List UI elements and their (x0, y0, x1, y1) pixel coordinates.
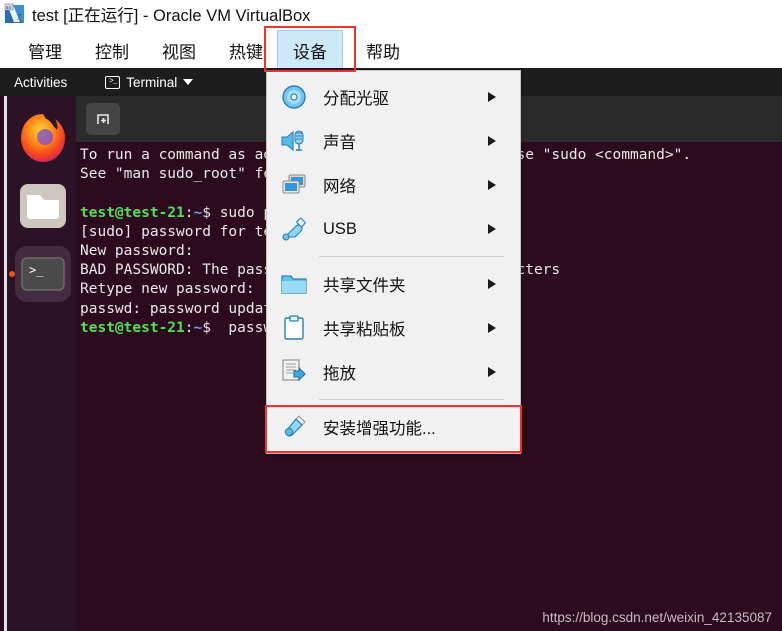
menu-view[interactable]: 视图 (152, 30, 206, 70)
menu-help[interactable]: 帮助 (356, 30, 410, 70)
terminal-text: : (184, 319, 194, 336)
menu-hotkey[interactable]: 热键 (219, 30, 273, 70)
dock-item-files[interactable] (15, 178, 71, 234)
svg-text:64: 64 (6, 5, 11, 10)
menu-item-shared-clipboard[interactable]: 共享粘贴板 (267, 306, 520, 350)
menu-item-audio[interactable]: 声音 (267, 119, 520, 163)
activities-button[interactable]: Activities (14, 75, 67, 90)
menu-item-drag-and-drop[interactable]: 拖放 (267, 350, 520, 394)
app-menu-label: Terminal (126, 74, 178, 90)
submenu-arrow-icon (488, 136, 496, 146)
menu-control[interactable]: 控制 (85, 30, 139, 70)
menu-item-label: 共享粘贴板 (323, 321, 406, 339)
submenu-arrow-icon (488, 180, 496, 190)
menu-separator (319, 256, 504, 257)
menu-item-usb[interactable]: USB (267, 207, 520, 251)
submenu-arrow-icon (488, 224, 496, 234)
folder-icon (20, 184, 66, 228)
svg-text:>_: >_ (29, 263, 44, 277)
menu-item-label: 网络 (323, 178, 356, 196)
clipboard-icon (279, 313, 309, 343)
menu-devices[interactable]: 设备 (277, 30, 343, 70)
devices-dropdown-menu: 分配光驱声音网络 USB 共享文件夹共享粘贴板拖放安装增强功能... (265, 70, 522, 454)
drag-drop-icon (279, 357, 309, 387)
firefox-icon (21, 114, 65, 162)
virtualbox-window: 7 64 test [正在运行] - Oracle VM VirtualBox … (0, 0, 782, 631)
menu-item-shared-folders[interactable]: 共享文件夹 (267, 262, 520, 306)
screwdriver-icon (279, 412, 309, 442)
terminal-text: Retype new password: (80, 281, 255, 298)
menu-item-label: USB (323, 219, 357, 238)
new-tab-button[interactable] (86, 103, 120, 135)
terminal-text: New password: (80, 242, 194, 259)
menu-item-label: 分配光驱 (323, 90, 389, 108)
menu-item-optical-drives[interactable]: 分配光驱 (267, 75, 520, 119)
terminal-text: test@test-21 (80, 319, 185, 336)
menu-manage[interactable]: 管理 (18, 30, 72, 70)
submenu-arrow-icon (488, 367, 496, 377)
virtualbox-icon: 7 64 (4, 3, 26, 25)
watermark-text: https://blog.csdn.net/weixin_42135087 (542, 610, 772, 625)
menu-item-install-guest-additions[interactable]: 安装增强功能... (265, 405, 522, 453)
terminal-text: : (184, 204, 194, 221)
dock-item-firefox[interactable] (15, 110, 71, 166)
audio-icon (279, 126, 309, 156)
menu-item-label: 拖放 (323, 365, 356, 383)
menu-item-label: 共享文件夹 (323, 277, 406, 295)
submenu-arrow-icon (488, 323, 496, 333)
menu-item-network[interactable]: 网络 (267, 163, 520, 207)
svg-text:7: 7 (17, 13, 22, 23)
menu-item-label: 安装增强功能... (323, 420, 436, 438)
running-indicator-dot (9, 271, 15, 277)
menu-separator (319, 399, 504, 400)
ubuntu-dock: >_ (4, 96, 76, 631)
chevron-down-icon (183, 79, 194, 85)
terminal-text: test@test-21 (80, 204, 185, 221)
app-menu-terminal[interactable]: >_ Terminal (105, 74, 194, 90)
terminal-text: ~ (193, 204, 203, 221)
optical-disc-icon (279, 82, 309, 112)
menu-item-label: 声音 (323, 134, 356, 152)
window-titlebar: 7 64 test [正在运行] - Oracle VM VirtualBox (0, 0, 782, 28)
shared-folder-icon (279, 269, 309, 299)
network-icon (279, 170, 309, 200)
window-title: test [正在运行] - Oracle VM VirtualBox (32, 7, 311, 25)
new-tab-icon (97, 114, 109, 124)
menubar: 管理 控制 视图 热键 设备 帮助 (0, 28, 782, 72)
terminal-icon: >_ (21, 257, 65, 291)
terminal-text: ~ (193, 319, 203, 336)
submenu-arrow-icon (488, 92, 496, 102)
terminal-icon: >_ (105, 75, 121, 89)
usb-icon (279, 214, 309, 244)
dock-item-terminal[interactable]: >_ (9, 246, 71, 302)
submenu-arrow-icon (488, 279, 496, 289)
